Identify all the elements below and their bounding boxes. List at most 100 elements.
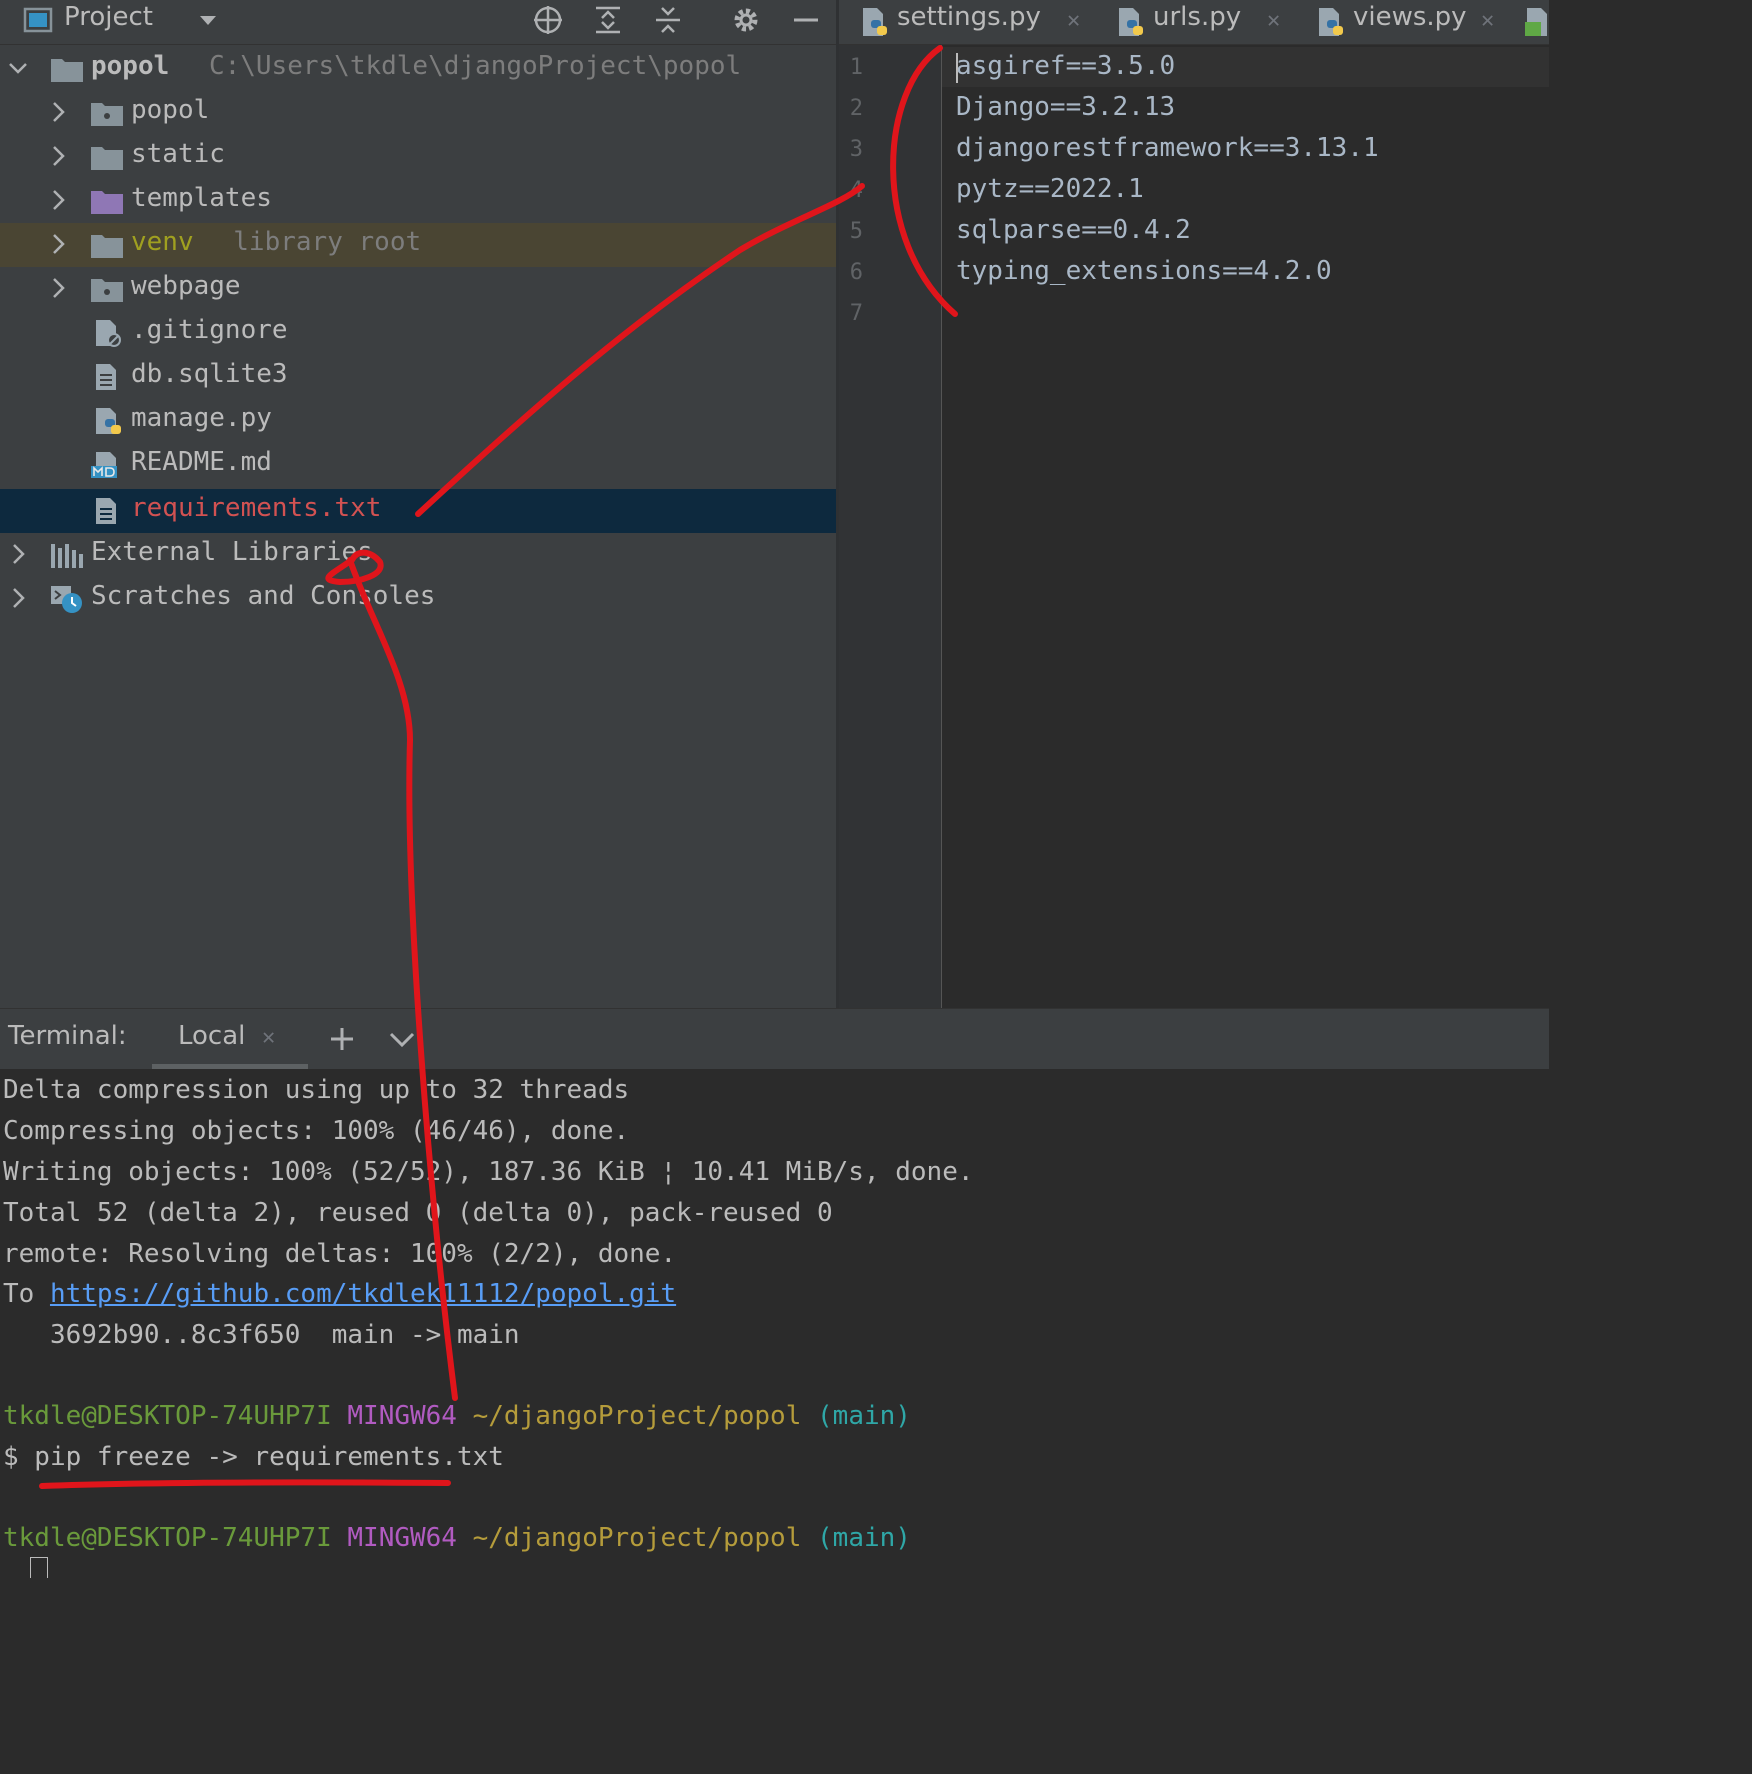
terminal-prompt: tkdle@DESKTOP-74UHP7I MINGW64 ~/djangoPr… (3, 1523, 911, 1553)
root-folder-path: C:\Users\tkdle\djangoProject\popol (208, 51, 742, 81)
tree-item-manage-py[interactable]: manage.py (0, 399, 836, 443)
python-file-icon (1319, 8, 1343, 36)
project-tree: popol C:\Users\tkdle\djangoProject\popol… (0, 45, 836, 1008)
tree-item-readme[interactable]: README.md (0, 443, 836, 487)
code-line[interactable]: pytz==2022.1 (956, 174, 1144, 204)
scratches-icon (51, 586, 82, 613)
html-file-icon (1525, 8, 1547, 36)
tree-item-scratches[interactable]: Scratches and Consoles (0, 577, 836, 621)
code-line[interactable]: asgiref==3.5.0 (956, 51, 1175, 81)
tree-item-label: External Libraries (91, 537, 373, 567)
push-url-link[interactable]: https://github.com/tkdlek11112/popol.git (50, 1279, 676, 1309)
editor-gutter: 1 2 3 4 5 6 7 (839, 45, 941, 1008)
chevron-right-icon[interactable] (46, 231, 70, 257)
tree-item-external-libraries[interactable]: External Libraries (0, 533, 836, 577)
terminal-command: $ pip freeze -> requirements.txt (3, 1442, 504, 1472)
package-folder-icon (91, 279, 123, 302)
terminal-prompt: tkdle@DESKTOP-74UHP7I MINGW64 ~/djangoPr… (3, 1401, 911, 1431)
folder-icon (91, 147, 123, 170)
tab-views-py[interactable]: views.py ✕ (1313, 0, 1513, 44)
line-number: 4 (849, 178, 863, 203)
library-root-hint: library root (233, 227, 422, 257)
code-line[interactable]: sqlparse==0.4.2 (956, 215, 1191, 245)
tree-item-venv[interactable]: venv library root (0, 223, 836, 267)
tab-settings-py[interactable]: settings.py ✕ (857, 0, 1097, 44)
minimize-icon[interactable] (790, 4, 822, 36)
code-line[interactable]: Django==3.2.13 (956, 92, 1175, 122)
terminal-title: Terminal: (8, 1021, 127, 1051)
tree-item-popol[interactable]: popol (0, 91, 836, 135)
editor-tabs: settings.py ✕ urls.py ✕ views.py ✕ (839, 0, 1549, 45)
chevron-right-icon[interactable] (6, 585, 30, 611)
tree-item-static[interactable]: static (0, 135, 836, 179)
collapse-all-icon[interactable] (652, 4, 684, 36)
prompt-branch: (main) (817, 1523, 911, 1553)
tree-item-gitignore[interactable]: .gitignore (0, 311, 836, 355)
close-icon[interactable]: ✕ (1267, 8, 1280, 33)
line-number: 1 (849, 55, 863, 80)
libraries-icon (51, 544, 83, 568)
terminal-line: remote: Resolving deltas: 100% (2/2), do… (3, 1239, 677, 1269)
chevron-down-icon[interactable] (386, 1023, 418, 1055)
expand-all-icon[interactable] (592, 4, 624, 36)
python-file-icon (1119, 8, 1143, 36)
prompt-branch: (main) (817, 1401, 911, 1431)
prompt-user: tkdle@DESKTOP-74UHP7I (3, 1401, 332, 1431)
terminal-line: To https://github.com/tkdlek11112/popol.… (3, 1279, 676, 1309)
plus-icon[interactable] (326, 1023, 358, 1055)
tab-label: settings.py (897, 2, 1041, 32)
terminal-cursor (30, 1557, 48, 1578)
chevron-right-icon[interactable] (46, 143, 70, 169)
code-line[interactable]: djangorestframework==3.13.1 (956, 133, 1379, 163)
tab-urls-py[interactable]: urls.py ✕ (1113, 0, 1303, 44)
tree-item-label: templates (131, 183, 272, 213)
terminal-line: Writing objects: 100% (52/52), 187.36 Ki… (3, 1157, 974, 1187)
text-file-icon (96, 498, 116, 524)
markdown-file-icon (91, 452, 117, 478)
chevron-down-icon[interactable] (6, 55, 30, 81)
line-number: 3 (849, 137, 863, 162)
project-view-icon[interactable] (22, 4, 54, 36)
templates-folder-icon (91, 191, 123, 214)
tree-item-label: popol (131, 95, 210, 125)
chevron-right-icon[interactable] (46, 187, 70, 213)
tree-item-label: static (131, 139, 225, 169)
line-number: 6 (849, 260, 863, 285)
tree-item-requirements-txt[interactable]: requirements.txt (0, 489, 836, 533)
terminal-line: Compressing objects: 100% (46/46), done. (3, 1116, 630, 1146)
prompt-system: MINGW64 (347, 1523, 457, 1553)
prompt-path: ~/djangoProject/popol (472, 1401, 802, 1431)
tree-item-db-sqlite3[interactable]: db.sqlite3 (0, 355, 836, 399)
chevron-right-icon[interactable] (46, 275, 70, 301)
file-icon (96, 364, 116, 390)
close-icon[interactable]: ✕ (1067, 8, 1080, 33)
editor-code-area[interactable]: asgiref==3.5.0 Django==3.2.13 djangorest… (942, 45, 1549, 1008)
chevron-right-icon[interactable] (6, 541, 30, 567)
tree-item-templates[interactable]: templates (0, 179, 836, 223)
tab-label: urls.py (1153, 2, 1242, 32)
close-icon[interactable]: ✕ (1481, 8, 1494, 33)
tree-item-root[interactable]: popol C:\Users\tkdle\djangoProject\popol (0, 47, 836, 91)
chevron-right-icon[interactable] (46, 99, 70, 125)
tree-item-label: db.sqlite3 (131, 359, 288, 389)
tree-item-label: webpage (131, 271, 241, 301)
tree-item-label: venv (131, 227, 194, 257)
tree-item-label: .gitignore (131, 315, 288, 345)
project-header-title[interactable]: Project (64, 2, 153, 32)
gear-icon[interactable] (730, 4, 762, 36)
line-number: 7 (849, 301, 863, 326)
terminal-line: Delta compression using up to 32 threads (3, 1075, 630, 1105)
tree-item-label: Scratches and Consoles (91, 581, 436, 611)
terminal-line: 3692b90..8c3f650 main -> main (3, 1320, 520, 1350)
terminal-tab-local[interactable]: Local ✕ (152, 1009, 308, 1069)
chevron-down-icon[interactable] (192, 4, 224, 36)
tab-html-overflow[interactable] (1525, 6, 1549, 38)
tree-item-webpage[interactable]: webpage (0, 267, 836, 311)
close-icon[interactable]: ✕ (262, 1025, 275, 1050)
code-line[interactable]: typing_extensions==4.2.0 (956, 256, 1332, 286)
ignore-file-icon (96, 320, 121, 347)
locate-icon[interactable] (532, 4, 564, 36)
tree-item-label: requirements.txt (131, 493, 382, 523)
text-caret (956, 53, 958, 83)
folder-icon (51, 59, 83, 82)
